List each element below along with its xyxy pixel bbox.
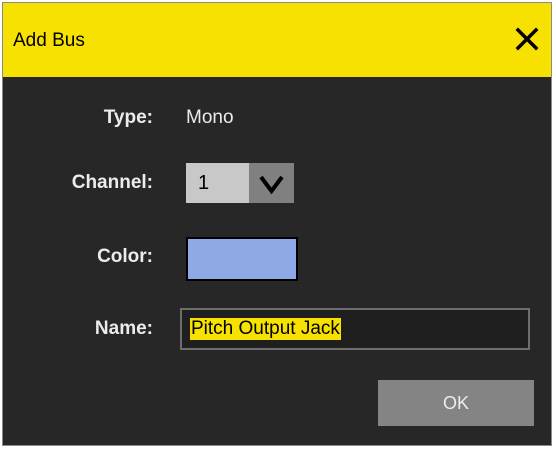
add-bus-dialog: Add Bus Type: Mono Channel: 1 Color: Nam… bbox=[2, 2, 552, 446]
channel-label: Channel: bbox=[71, 172, 153, 193]
close-icon bbox=[515, 27, 539, 51]
color-label: Color: bbox=[97, 246, 153, 267]
channel-select-value: 1 bbox=[186, 163, 249, 203]
name-input-value: Pitch Output Jack bbox=[190, 318, 341, 340]
ok-button[interactable]: OK bbox=[378, 380, 534, 426]
close-button[interactable] bbox=[513, 25, 541, 53]
dialog-titlebar: Add Bus bbox=[3, 3, 551, 77]
chevron-down-icon bbox=[259, 175, 284, 195]
channel-dropdown-button[interactable] bbox=[249, 163, 294, 203]
name-input[interactable]: Pitch Output Jack bbox=[180, 308, 530, 350]
dialog-title: Add Bus bbox=[13, 30, 85, 51]
type-label: Type: bbox=[103, 107, 153, 128]
channel-select[interactable]: 1 bbox=[186, 163, 294, 203]
type-value: Mono bbox=[186, 107, 234, 128]
color-swatch[interactable] bbox=[186, 237, 298, 281]
name-label: Name: bbox=[94, 318, 153, 339]
